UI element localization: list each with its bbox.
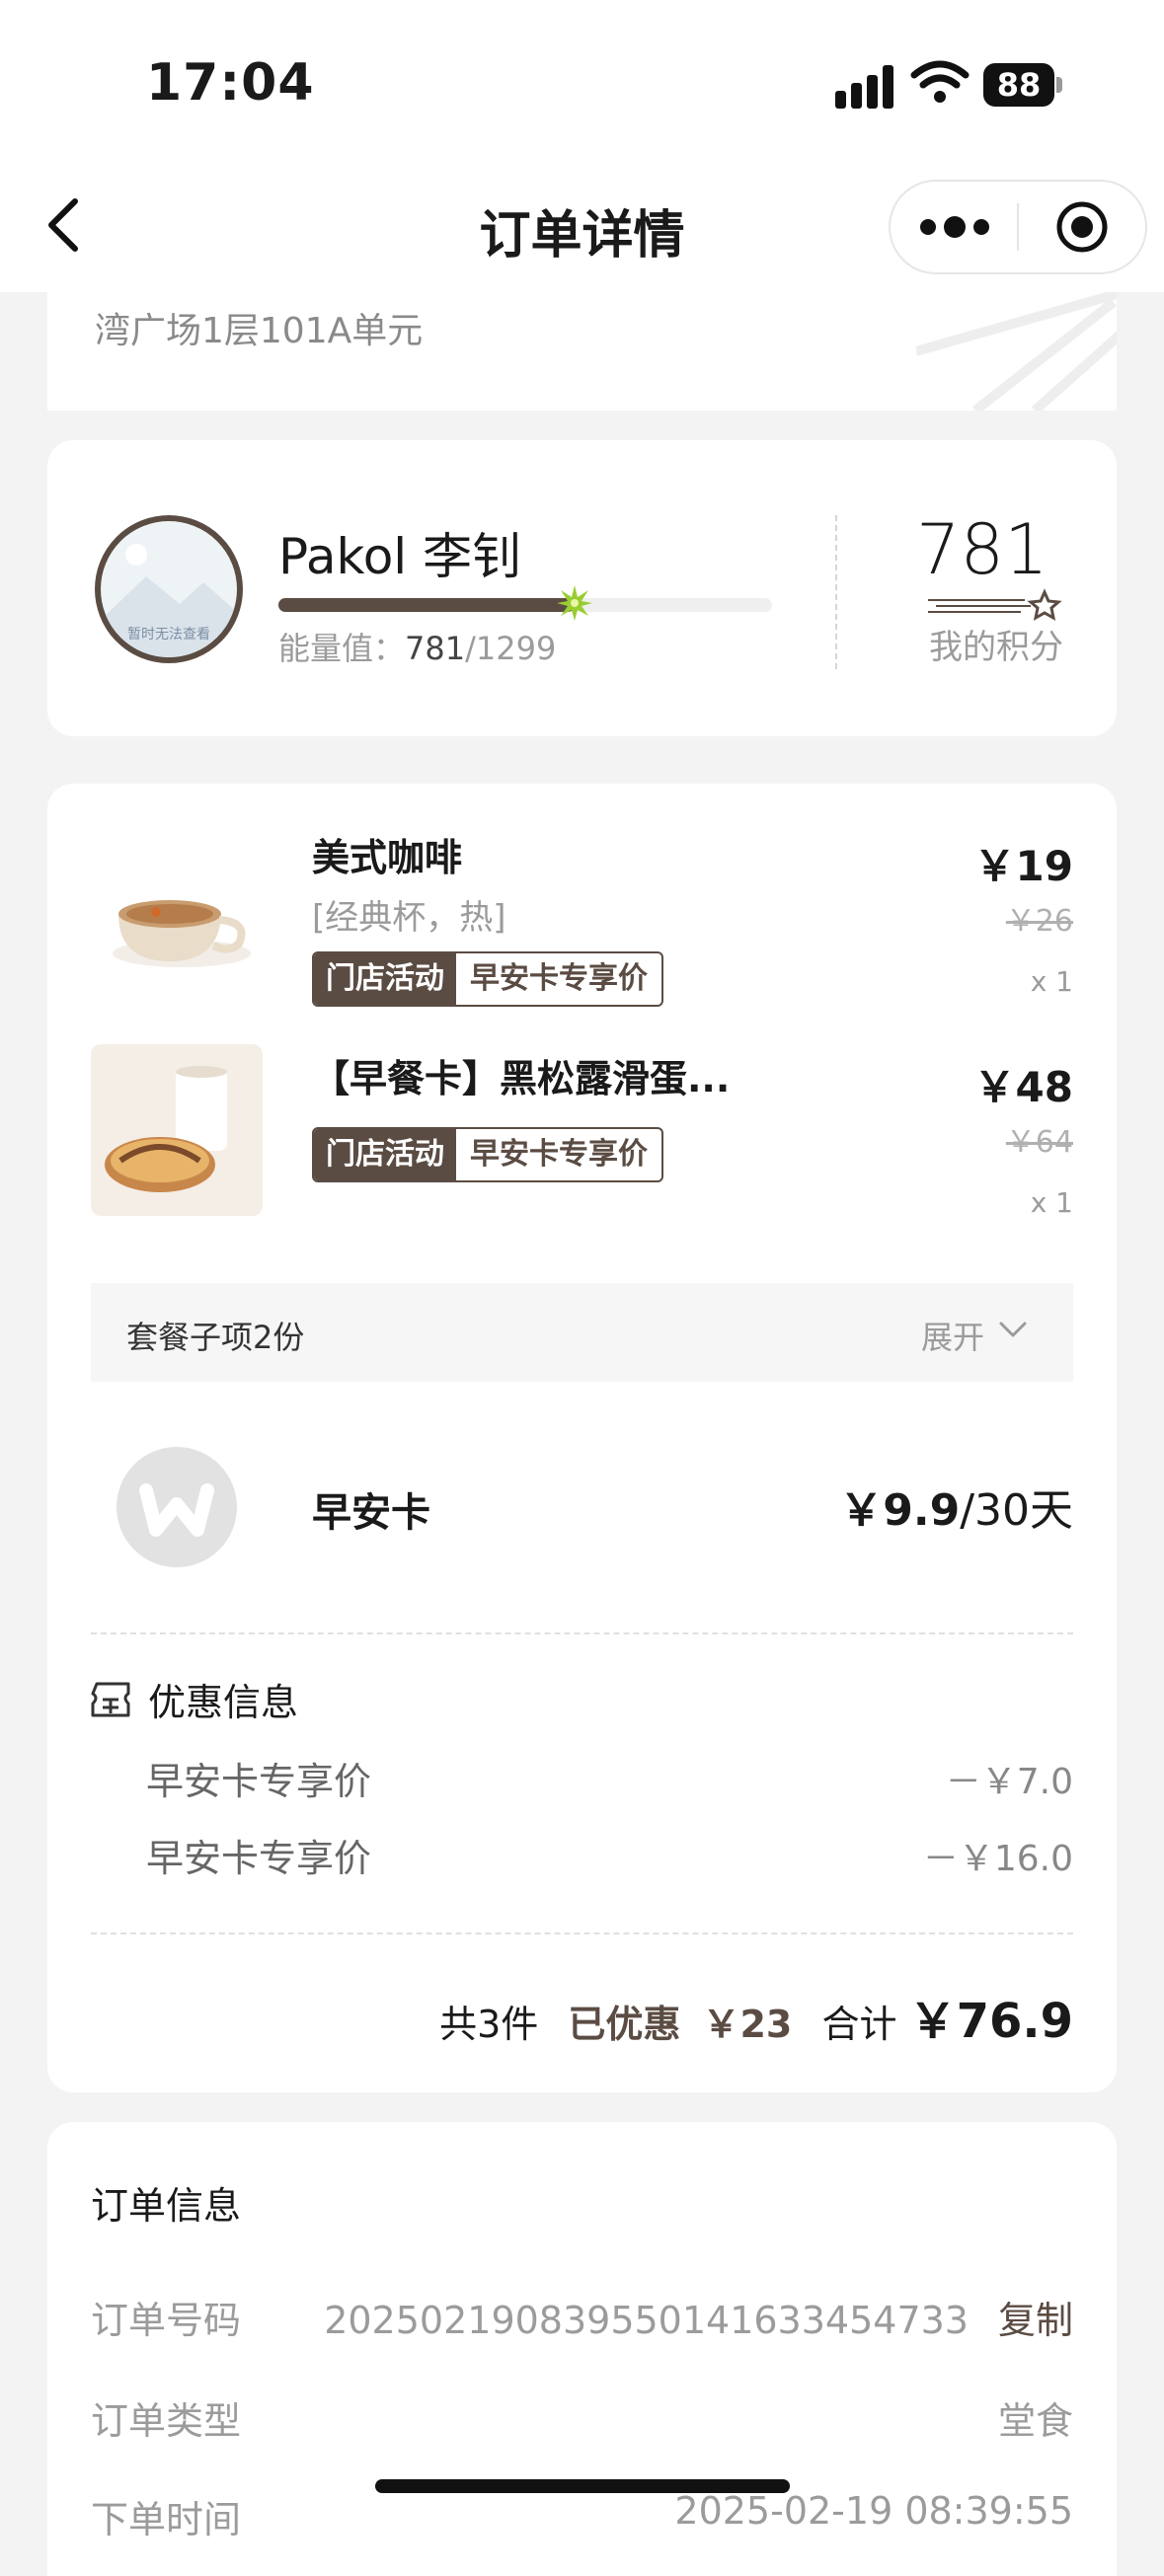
divider [91,1932,1073,1934]
energy-progress-fill [278,598,575,612]
star-burst-icon [557,585,592,621]
energy-value: 能量值：781/1299 [278,630,557,667]
discount-label: 早安卡专享价 [146,1837,372,1880]
card-logo-icon [116,1447,237,1567]
item-quantity: x 1 [1030,1186,1073,1219]
member-card[interactable]: 暂时无法查看 Pakol 李钊 能量值：781/1299 781 我的积分 [47,440,1117,736]
order-items-card: 美式咖啡 [经典杯，热] 门店活动 早安卡专享价 ￥19 ￥26 x 1 【早餐… [47,784,1117,2092]
copy-button[interactable]: 复制 [998,2299,1073,2342]
order-number-label: 订单号码 [91,2299,242,2342]
order-number: 2025021908395501416334547​33 复制 [324,2299,1073,2342]
store-address: 湾广场1层101A单元 [95,311,424,351]
bundle-subitems-row[interactable]: 套餐子项2份 展开 [91,1283,1073,1382]
item-original-price: ￥64 [1005,1125,1073,1160]
energy-progress-bar [278,585,772,621]
discount-value: －￥7.0 [945,1762,1073,1802]
points-star-icon [928,588,1062,621]
order-info-title: 订单信息 [91,2184,242,2228]
order-type-value: 堂食 [997,2399,1073,2443]
discount-label: 早安卡专享价 [146,1760,372,1803]
status-time: 17:04 [146,53,315,113]
member-name: Pakol 李钊 [278,528,522,585]
order-type-label: 订单类型 [91,2399,242,2443]
wifi-icon [910,60,970,103]
chevron-down-icon[interactable] [998,1319,1028,1340]
item-name: 【早餐卡】黑松露滑蛋... [312,1057,731,1100]
signal-icon [835,65,894,109]
expand-link[interactable]: 展开 [921,1313,984,1358]
top-bar: 17:04 88 订单详情 [0,0,1164,292]
membership-card-price: ￥9.9/30天 [839,1485,1073,1536]
order-summary: 共3件 已优惠 ￥23 合计 ￥76.9 [439,1994,1073,2049]
americano-image [91,823,263,995]
order-time-value: 2025-02-19 08:39:55 [674,2489,1073,2533]
avatar: 暂时无法查看 [95,515,243,663]
more-icon[interactable] [920,211,989,243]
avatar-text: 暂时无法查看 [127,627,210,643]
battery-icon: 88 [983,63,1062,107]
map-decoration [916,292,1117,411]
item-price: ￥48 [973,1063,1073,1111]
item-name: 美式咖啡 [312,836,463,879]
discount-value: －￥16.0 [922,1839,1073,1879]
home-indicator[interactable] [375,2479,790,2493]
item-spec: [经典杯，热] [312,898,506,938]
breakfast-set-image [91,1044,263,1216]
item-quantity: x 1 [1030,965,1073,998]
store-address-card: 湾广场1层101A单元 [47,292,1117,411]
promo-tag: 门店活动 早安卡专享价 [312,951,663,1007]
order-time-label: 下单时间 [91,2498,242,2541]
order-info-card: 订单信息 订单号码 2025021908395501416334547​33 复制… [47,2122,1117,2576]
discount-title: 优惠信息 [148,1681,299,1724]
promo-tag: 门店活动 早安卡专享价 [312,1127,663,1182]
battery-level: 88 [983,63,1054,107]
item-original-price: ￥26 [1005,904,1073,939]
divider [835,515,837,669]
coupon-icon [91,1682,130,1717]
points-value: 781 [916,509,1048,590]
mini-program-capsule [889,180,1147,274]
points-label: 我的积分 [929,628,1063,667]
membership-card-name: 早安卡 [312,1490,430,1536]
divider [91,1632,1073,1634]
bundle-label: 套餐子项2份 [126,1319,305,1356]
close-target-icon[interactable] [1054,199,1110,255]
item-price: ￥19 [973,842,1073,890]
